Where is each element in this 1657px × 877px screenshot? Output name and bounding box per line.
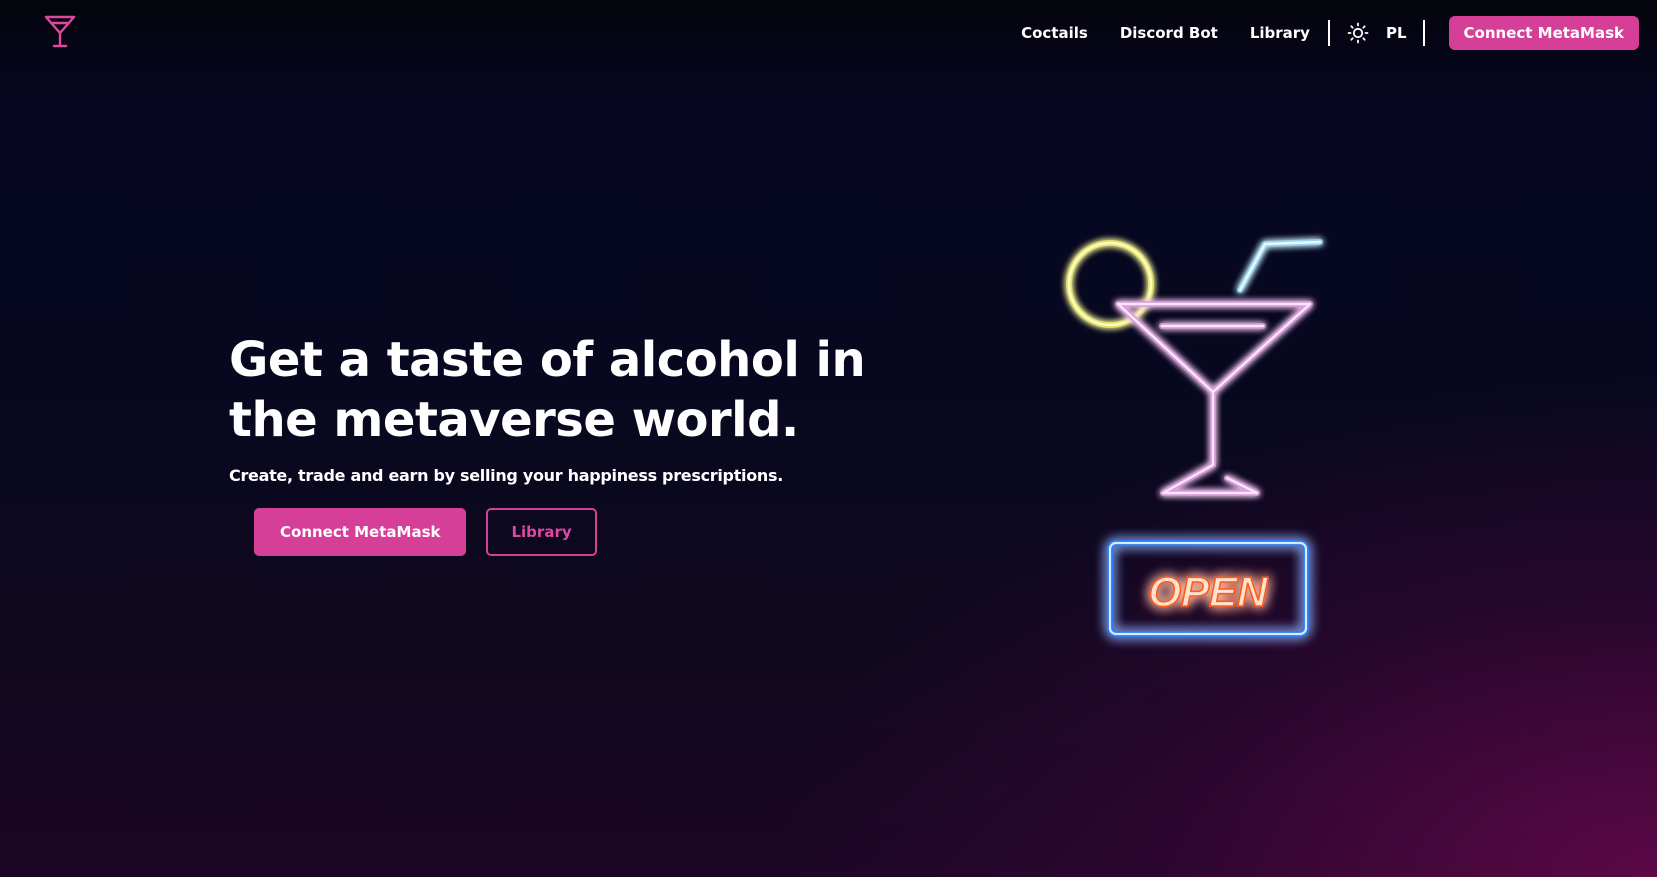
connect-metamask-button[interactable]: Connect MetaMask: [1448, 16, 1639, 50]
hero-subtitle: Create, trade and earn by selling your h…: [229, 466, 784, 485]
hero-library-button[interactable]: Library: [486, 508, 597, 556]
language-switch[interactable]: PL: [1386, 24, 1407, 42]
nav-divider: [1327, 20, 1330, 46]
sun-icon[interactable]: [1346, 21, 1370, 45]
nav-link-library[interactable]: Library: [1250, 24, 1310, 42]
neon-cocktail-illustration: OPEN: [1040, 220, 1360, 660]
neon-cocktail-icon: OPEN: [1066, 239, 1323, 637]
hero-actions: Connect MetaMask Library: [254, 508, 597, 556]
neon-lime-icon: [1066, 240, 1154, 328]
hero-connect-metamask-button[interactable]: Connect MetaMask: [254, 508, 467, 556]
main-nav: Coctails Discord Bot Library PL Connect …: [1021, 16, 1639, 50]
cocktail-logo-icon[interactable]: [44, 14, 76, 48]
nav-link-cocktails[interactable]: Coctails: [1021, 24, 1088, 42]
neon-straw-icon: [1237, 239, 1323, 293]
neon-glass-icon: [1115, 301, 1313, 496]
nav-link-discord-bot[interactable]: Discord Bot: [1120, 24, 1218, 42]
hero-section: Get a taste of alcohol in the metaverse …: [229, 330, 879, 485]
site-header: Coctails Discord Bot Library PL Connect …: [0, 0, 1657, 68]
nav-divider: [1422, 20, 1425, 46]
open-sign-text: OPEN: [1148, 568, 1269, 615]
hero-title: Get a taste of alcohol in the metaverse …: [229, 332, 866, 448]
